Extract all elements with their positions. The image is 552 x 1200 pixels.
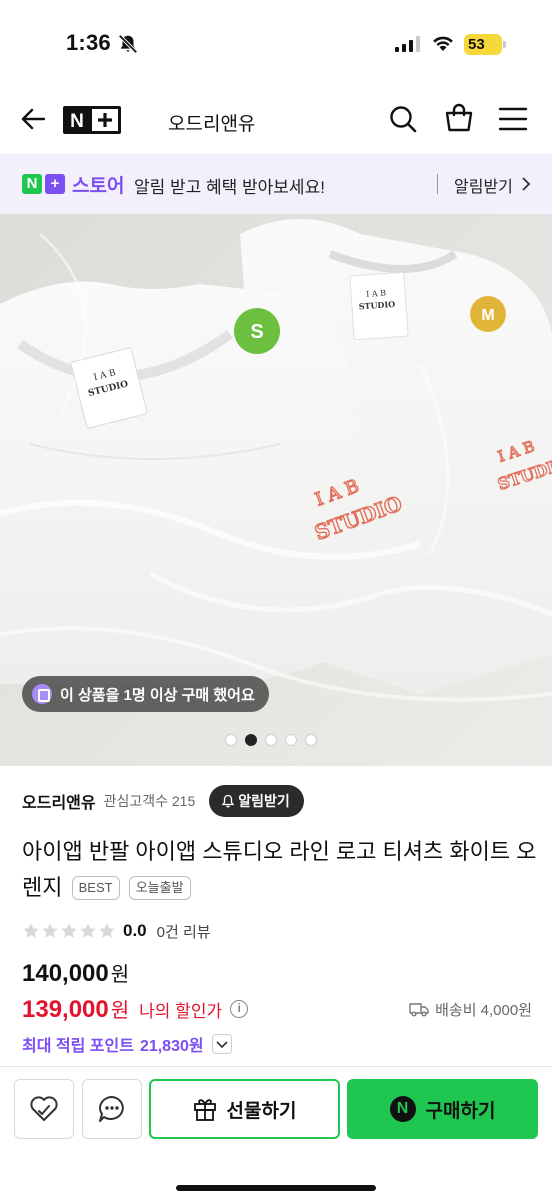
chevron-right-icon bbox=[522, 177, 531, 191]
nplus-store-logo: N + 스토어 bbox=[22, 172, 124, 197]
search-icon[interactable] bbox=[388, 104, 418, 134]
right-label-line1: I A B bbox=[366, 288, 387, 298]
star-icon bbox=[61, 923, 77, 938]
chevron-down-icon bbox=[216, 1041, 228, 1049]
review-count[interactable]: 0건 리뷰 bbox=[157, 921, 211, 942]
shipping-fee-text: 배송비 4,000원 bbox=[435, 1001, 532, 1019]
rating-row[interactable]: 0.0 0건 리뷰 bbox=[22, 918, 211, 944]
star-icon bbox=[42, 923, 58, 938]
star-rating bbox=[22, 922, 116, 940]
banner-alarm-link[interactable]: 알림받기 bbox=[454, 173, 513, 197]
points-expand-button[interactable] bbox=[211, 1034, 232, 1054]
purchase-count-text: 이 상품을 1명 이상 구매 했어요 bbox=[60, 686, 255, 704]
points-row: 최대 적립 포인트 21,830원 bbox=[22, 1031, 232, 1057]
shopping-bag-icon[interactable] bbox=[443, 102, 475, 134]
bell-plus-icon bbox=[221, 794, 235, 808]
best-tag: BEST bbox=[71, 876, 120, 900]
npay-icon: N bbox=[389, 1096, 416, 1122]
shopping-bag-icon bbox=[32, 684, 52, 704]
truck-icon bbox=[409, 1003, 429, 1017]
info-icon[interactable]: i bbox=[230, 1000, 249, 1018]
pagination-dot[interactable] bbox=[265, 734, 277, 746]
nplus-logo[interactable]: N bbox=[63, 106, 121, 134]
points-value: 21,830원 bbox=[139, 1038, 204, 1055]
star-icon bbox=[99, 923, 115, 938]
buy-button-label: 구매하기 bbox=[425, 1100, 496, 1122]
notification-banner[interactable]: N + 스토어 알림 받고 혜택 받아보세요! 알림받기 bbox=[0, 154, 552, 214]
pagination-dot[interactable] bbox=[245, 734, 257, 746]
signal-icon bbox=[395, 36, 420, 52]
buy-button[interactable]: N 구매하기 bbox=[347, 1079, 538, 1139]
like-button[interactable] bbox=[14, 1079, 74, 1139]
alarm-button-label: 알림받기 bbox=[238, 793, 290, 809]
sale-price-value: 139,000 bbox=[22, 996, 109, 1023]
divider bbox=[437, 174, 438, 194]
size-sticker-s: S bbox=[250, 321, 263, 343]
sale-price: 139,000 원 bbox=[22, 994, 129, 1024]
original-price: 140,000 원 bbox=[22, 958, 129, 988]
bell-off-icon bbox=[118, 34, 138, 54]
chat-bubble-icon bbox=[99, 1096, 124, 1122]
today-shipping-tag: 오늘출발 bbox=[128, 876, 191, 900]
pagination-dot[interactable] bbox=[285, 734, 297, 746]
status-time: 1:36 bbox=[66, 30, 111, 55]
currency: 원 bbox=[110, 1000, 130, 1022]
wifi-icon bbox=[433, 36, 453, 51]
banner-message: 알림 받고 혜택 받아보세요! bbox=[134, 178, 325, 197]
star-icon bbox=[80, 923, 96, 938]
top-nav: N 오드리앤유 bbox=[0, 92, 552, 154]
image-pagination bbox=[225, 734, 317, 746]
pagination-dot[interactable] bbox=[225, 734, 237, 746]
currency: 원 bbox=[110, 964, 130, 986]
home-indicator bbox=[176, 1185, 376, 1191]
heart-icon bbox=[30, 1096, 58, 1121]
gift-button[interactable]: 선물하기 bbox=[149, 1079, 340, 1139]
bottom-action-bar: 선물하기 N 구매하기 bbox=[0, 1066, 552, 1200]
gift-button-label: 선물하기 bbox=[226, 1100, 297, 1122]
chat-button[interactable] bbox=[82, 1079, 142, 1139]
store-row: 오드리앤유 관심고객수 215 알림받기 bbox=[22, 784, 532, 818]
back-arrow-icon[interactable] bbox=[18, 104, 48, 134]
svg-text:N: N bbox=[70, 111, 84, 132]
pagination-dot[interactable] bbox=[305, 734, 317, 746]
gift-icon bbox=[193, 1099, 216, 1121]
battery-indicator: 53 bbox=[464, 34, 506, 55]
store-name[interactable]: 오드리앤유 bbox=[22, 789, 96, 813]
alarm-button[interactable]: 알림받기 bbox=[209, 785, 304, 817]
my-discount-label: 나의 할인가 bbox=[139, 1001, 223, 1021]
favorite-count: 관심고객수 215 bbox=[103, 793, 196, 809]
product-image[interactable]: I A B STUDIO M I A B STUDIO I A B STUDIO… bbox=[0, 214, 552, 766]
star-icon bbox=[23, 923, 39, 938]
points-label: 최대 적립 포인트 bbox=[22, 1038, 134, 1055]
status-bar: 1:36 53 bbox=[0, 0, 552, 92]
original-price-value: 140,000 bbox=[22, 960, 109, 987]
sale-price-row: 139,000 원 나의 할인가 i 배송비 4,000원 bbox=[22, 993, 532, 1025]
size-sticker-m: M bbox=[481, 307, 494, 324]
menu-icon[interactable] bbox=[498, 105, 528, 133]
shipping-fee: 배송비 4,000원 bbox=[409, 999, 532, 1020]
product-title: 아이앱 반팔 아이앱 스튜디오 라인 로고 티셔츠 화이트 오렌지 BEST 오… bbox=[22, 834, 542, 906]
rating-value: 0.0 bbox=[123, 921, 147, 940]
purchase-count-badge: 이 상품을 1명 이상 구매 했어요 bbox=[22, 676, 269, 712]
store-title[interactable]: 오드리앤유 bbox=[168, 109, 255, 136]
